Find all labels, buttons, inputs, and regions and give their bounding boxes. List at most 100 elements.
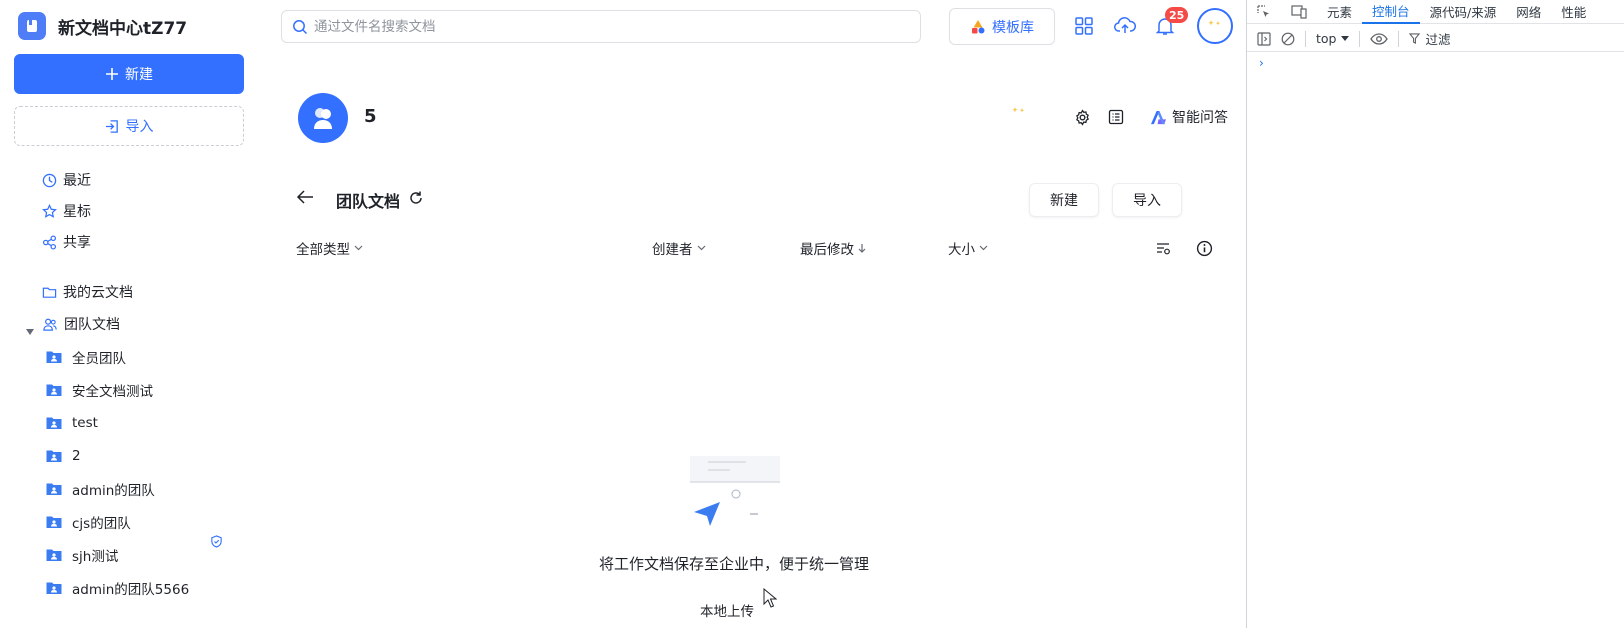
brand[interactable]: 新文档中心tZ77 bbox=[18, 12, 187, 40]
dropdown-triangle-icon bbox=[1341, 36, 1350, 41]
new-document-button[interactable]: 新建 bbox=[14, 54, 244, 94]
team-folder-icon bbox=[46, 450, 62, 462]
new-document-label: 新建 bbox=[125, 66, 153, 82]
import-button[interactable]: 导入 bbox=[14, 106, 244, 146]
sidebar-item-label: 星标 bbox=[63, 204, 91, 220]
team-folder-icon bbox=[46, 582, 62, 594]
team-folder-icon bbox=[46, 516, 62, 528]
team-item-label: cjs的团队 bbox=[72, 516, 131, 532]
type-filter-label: 全部类型 bbox=[296, 242, 350, 258]
search-icon bbox=[293, 19, 308, 34]
chevron-down-icon bbox=[979, 245, 988, 251]
search-box[interactable] bbox=[281, 10, 921, 43]
sidebar-item-starred[interactable]: 星标 bbox=[42, 197, 252, 225]
clear-console-icon[interactable] bbox=[1281, 32, 1295, 46]
last-modified-column-header[interactable]: 最后修改 bbox=[800, 238, 866, 258]
filter-funnel-icon bbox=[1409, 33, 1421, 44]
team-item[interactable]: admin的团队5566 bbox=[46, 574, 246, 602]
sidebar-toggle-icon[interactable] bbox=[1257, 31, 1271, 46]
team-avatar-icon bbox=[314, 108, 332, 129]
import-label: 导入 bbox=[125, 118, 154, 134]
team-item-label: 2 bbox=[72, 448, 81, 464]
sidebar: 新文档中心tZ77 新建 导入 最近 星标 共享 我的云文档 团队文档 全员团队… bbox=[0, 0, 258, 628]
cloud-upload-icon[interactable] bbox=[1112, 13, 1138, 39]
team-item[interactable]: sjh测试 bbox=[46, 541, 246, 569]
sidebar-item-label: 我的云文档 bbox=[63, 285, 133, 301]
user-avatar[interactable] bbox=[1197, 8, 1233, 44]
share-icon bbox=[42, 235, 57, 249]
sparkle-icon bbox=[1208, 20, 1221, 26]
toolbar-divider bbox=[1398, 30, 1400, 47]
team-item-label: 安全文档测试 bbox=[72, 384, 153, 400]
team-item[interactable]: 2 bbox=[46, 442, 246, 470]
brand-logo-icon bbox=[18, 12, 46, 40]
team-item[interactable]: cjs的团队 bbox=[46, 508, 246, 536]
team-settings-gear-icon[interactable] bbox=[1071, 106, 1093, 128]
filter-input[interactable]: 过滤 bbox=[1409, 29, 1451, 48]
notification-badge: 25 bbox=[1165, 7, 1189, 23]
inspect-element-icon[interactable] bbox=[1247, 0, 1281, 24]
team-name: 5 bbox=[364, 106, 377, 127]
sort-arrow-down-icon bbox=[858, 244, 866, 253]
star-icon bbox=[42, 203, 57, 218]
section-new-button[interactable]: 新建 bbox=[1029, 183, 1099, 217]
team-folder-icon bbox=[46, 483, 62, 495]
team-item[interactable]: test bbox=[46, 409, 246, 437]
apps-grid-icon[interactable] bbox=[1071, 13, 1097, 39]
team-item-label: 全员团队 bbox=[72, 351, 126, 367]
brand-title: 新文档中心tZ77 bbox=[58, 18, 188, 39]
devtools-tab-sources[interactable]: 源代码/来源 bbox=[1420, 0, 1507, 24]
empty-state-illustration-icon bbox=[690, 456, 780, 526]
size-column-header[interactable]: 大小 bbox=[948, 238, 988, 258]
ai-logo-icon bbox=[1151, 110, 1166, 124]
context-selector[interactable]: top bbox=[1316, 31, 1350, 46]
column-settings-icon[interactable] bbox=[1153, 238, 1173, 258]
devtools-tab-elements[interactable]: 元素 bbox=[1317, 0, 1362, 24]
team-list-icon[interactable] bbox=[1105, 106, 1127, 128]
team-item[interactable]: admin的团队 bbox=[46, 475, 246, 503]
sidebar-item-team-docs[interactable]: 团队文档 bbox=[42, 310, 252, 338]
devtools-tab-bar: 元素 控制台 源代码/来源 网络 性能 bbox=[1247, 0, 1624, 24]
ai-qa-button[interactable]: 智能问答 bbox=[1150, 104, 1228, 130]
sparkle-icon bbox=[1012, 107, 1025, 113]
team-avatar bbox=[298, 93, 348, 143]
template-library-icon bbox=[972, 19, 985, 33]
sidebar-item-recent[interactable]: 最近 bbox=[42, 166, 252, 194]
console-prompt-chevron-icon[interactable]: › bbox=[1259, 56, 1264, 70]
search-input[interactable] bbox=[314, 18, 904, 35]
toolbar-divider bbox=[1359, 30, 1361, 47]
type-filter-dropdown[interactable]: 全部类型 bbox=[296, 238, 363, 258]
template-library-button[interactable]: 模板库 bbox=[949, 8, 1055, 45]
plus-icon bbox=[106, 68, 118, 80]
team-item[interactable]: 安全文档测试 bbox=[46, 376, 246, 404]
sidebar-item-my-cloud-docs[interactable]: 我的云文档 bbox=[42, 278, 252, 306]
team-folder-icon bbox=[46, 384, 62, 396]
mouse-cursor-icon bbox=[763, 588, 777, 608]
back-arrow-icon[interactable] bbox=[296, 189, 314, 205]
sidebar-item-shared[interactable]: 共享 bbox=[42, 228, 252, 256]
info-icon[interactable] bbox=[1194, 238, 1214, 258]
team-item[interactable]: 全员团队 bbox=[46, 343, 246, 371]
team-item-label: sjh测试 bbox=[72, 549, 119, 565]
device-toolbar-icon[interactable] bbox=[1281, 0, 1317, 24]
chevron-down-icon bbox=[354, 245, 363, 251]
team-folder-icon bbox=[46, 351, 62, 363]
team-folder-icon bbox=[46, 417, 62, 429]
refresh-icon[interactable] bbox=[408, 190, 424, 206]
folder-icon bbox=[42, 287, 57, 298]
section-import-button[interactable]: 导入 bbox=[1112, 183, 1182, 217]
devtools-tab-console[interactable]: 控制台 bbox=[1362, 0, 1420, 24]
team-folder-icon bbox=[46, 549, 62, 561]
sidebar-item-label: 团队文档 bbox=[64, 317, 120, 333]
clock-icon bbox=[42, 173, 57, 187]
ai-qa-label: 智能问答 bbox=[1172, 110, 1228, 126]
creator-column-header[interactable]: 创建者 bbox=[652, 238, 706, 258]
team-item-label: test bbox=[72, 415, 98, 431]
local-upload-link[interactable]: 本地上传 bbox=[700, 600, 754, 620]
collapse-caret-icon[interactable] bbox=[26, 329, 34, 335]
devtools-tab-performance[interactable]: 性能 bbox=[1551, 0, 1596, 24]
template-library-label: 模板库 bbox=[992, 19, 1034, 36]
size-label: 大小 bbox=[948, 242, 975, 258]
devtools-tab-network[interactable]: 网络 bbox=[1506, 0, 1551, 24]
live-expression-eye-icon[interactable] bbox=[1370, 32, 1389, 45]
